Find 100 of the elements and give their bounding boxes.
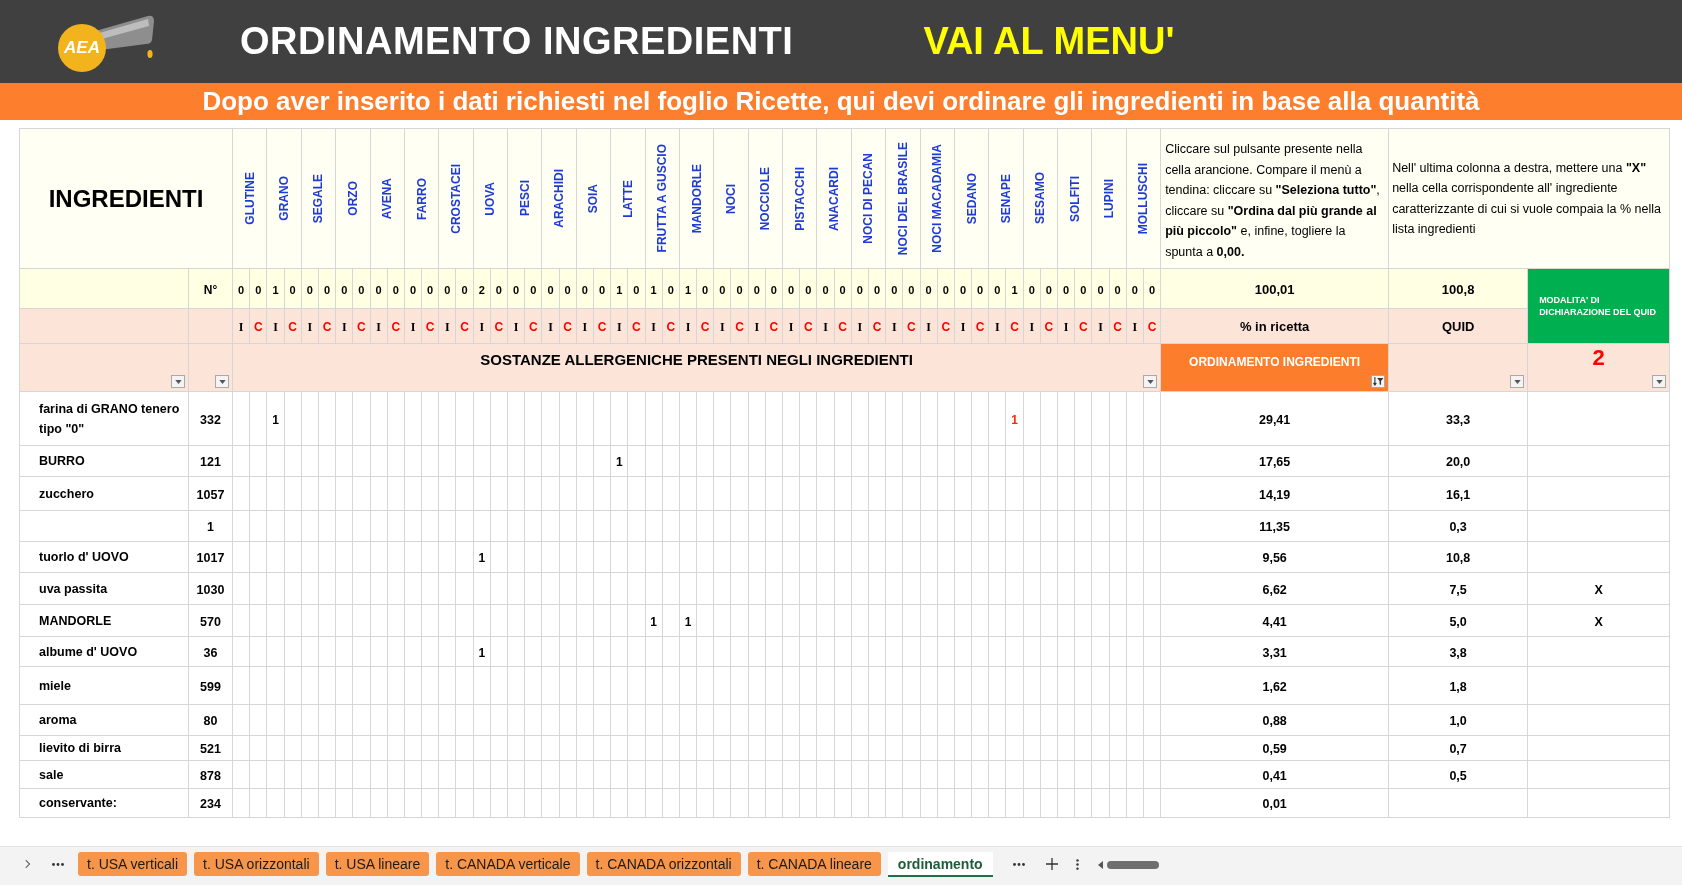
allergen-count: 0 — [753, 283, 760, 296]
allergen-count: 0 — [358, 283, 365, 296]
more-icon — [52, 862, 64, 866]
allergen-count: 0 — [1080, 283, 1087, 296]
quid-value: 0,5 — [1449, 768, 1467, 783]
allergen-type-label: I — [616, 320, 622, 334]
allergen-count: 0 — [427, 283, 434, 296]
allergen-type-label: C — [907, 320, 916, 334]
allergen-heading: LATTE — [619, 179, 636, 218]
ingredient-name: tuorlo d' UOVO — [39, 549, 130, 566]
allergen-count: 0 — [856, 283, 863, 296]
filter-dropdown-button[interactable] — [1652, 375, 1667, 388]
allergen-type-label: C — [253, 320, 263, 334]
allergen-count: 2 — [478, 283, 485, 296]
allergen-type-label: I — [823, 320, 828, 334]
recipe-percent: 1,62 — [1262, 679, 1287, 694]
allergen-type-label: C — [391, 320, 401, 334]
quid-value: 10,8 — [1445, 551, 1471, 565]
filter-dropdown-button[interactable] — [171, 375, 185, 388]
allergen-type-label: I — [445, 320, 450, 334]
allergen-type-label: I — [1063, 320, 1069, 334]
filter-dropdown-button[interactable] — [1510, 375, 1525, 388]
quid-mode-heading: MODALITA' DI DICHIARAZIONE DEL QUID — [1527, 268, 1670, 344]
allergen-count: 1 — [1011, 283, 1018, 296]
percent-total: 100,01 — [1254, 281, 1295, 297]
allergen-type-label: I — [513, 320, 519, 334]
filter-dropdown-button[interactable] — [1143, 375, 1158, 388]
allergen-count: 0 — [873, 283, 881, 296]
menu-link[interactable]: VAI AL MENU' — [923, 13, 1175, 70]
sheet-tab[interactable]: t. CANADA orizzontali — [586, 852, 741, 876]
sort-filter-button[interactable] — [1371, 375, 1386, 388]
filter-dropdown-button[interactable] — [215, 375, 229, 388]
allergen-type-label: I — [307, 320, 313, 334]
ingredient-code: 332 — [200, 412, 221, 427]
ingredient-code: 1057 — [196, 487, 225, 502]
allergen-heading: SOLFITI — [1066, 175, 1083, 222]
allergen-count: 0 — [942, 283, 949, 296]
allergen-count: 0 — [1114, 283, 1121, 296]
allergen-count: 0 — [839, 283, 846, 296]
allergen-count: 0 — [1045, 283, 1052, 296]
allergen-heading: SESAMO — [1032, 172, 1049, 225]
recipe-percent: 29,41 — [1259, 412, 1291, 427]
allergen-count: 0 — [925, 283, 932, 296]
allergen-type-label: C — [769, 320, 779, 334]
allergen-type-label: C — [975, 320, 985, 334]
quid-heading: QUID — [1441, 319, 1475, 334]
ingredient-name: lievito di birra — [39, 740, 122, 757]
allergen-type-label: I — [960, 320, 966, 334]
sheet-tab[interactable]: t. USA lineare — [325, 852, 430, 876]
allergen-type-label: C — [494, 320, 504, 334]
allergen-type-label: I — [479, 320, 485, 334]
allergen-count: 0 — [1097, 283, 1104, 296]
sheet-tab[interactable]: t. USA verticali — [78, 852, 188, 876]
allergen-heading: SEGALE — [310, 173, 327, 224]
allergen-count: 1 — [650, 283, 657, 296]
percent-heading: % in ricetta — [1239, 319, 1310, 334]
allergen-type-label: C — [528, 320, 538, 334]
allergen-mark: 1 — [272, 412, 279, 427]
allergen-count: 0 — [959, 283, 967, 296]
recipe-percent: 6,62 — [1262, 582, 1287, 597]
allergen-type-label: I — [995, 320, 1000, 334]
allergen-heading: GLUTINE — [241, 172, 258, 225]
allergen-count: 0 — [289, 283, 296, 296]
caret-down-icon — [1655, 379, 1663, 384]
quid-value: 0,7 — [1449, 742, 1467, 756]
sheet-tab[interactable]: t. USA orizzontali — [194, 852, 319, 876]
quid-value: 1,0 — [1449, 714, 1467, 728]
ingredient-code: 878 — [200, 768, 221, 783]
ingredient-code: 80 — [203, 714, 218, 728]
allergen-type-label: C — [735, 320, 744, 334]
quid-value: 16,1 — [1445, 487, 1471, 502]
sheet-tab[interactable]: t. CANADA verticale — [436, 852, 580, 876]
allergen-heading: AVENA — [379, 177, 396, 220]
allergen-count: 0 — [461, 283, 468, 296]
allergen-type-label: I — [1098, 320, 1103, 334]
allergen-count: 0 — [564, 283, 571, 296]
sheet-tab[interactable]: ordinamento — [887, 852, 993, 877]
allergen-count: 0 — [1148, 283, 1156, 296]
ingredients-heading: INGREDIENTI — [48, 184, 204, 212]
allergen-heading: FARRO — [413, 177, 430, 220]
allergen-type-label: I — [926, 320, 931, 334]
allergen-type-label: C — [460, 320, 469, 334]
caret-down-icon — [218, 379, 226, 384]
ingredient-name: miele — [39, 677, 72, 695]
allergen-count: 0 — [1131, 283, 1138, 296]
allergen-count: 0 — [719, 283, 726, 296]
sheet-tab[interactable]: t. CANADA lineare — [747, 852, 881, 876]
allergen-type-label: C — [632, 320, 641, 334]
allergen-type-label: I — [1132, 320, 1138, 334]
allergen-count: 0 — [977, 283, 984, 296]
allergen-mark: 1 — [615, 455, 623, 469]
recipe-percent: 3,31 — [1262, 645, 1287, 660]
allergen-count: 0 — [891, 283, 898, 296]
allergen-heading: NOCI DEL BRASILE — [894, 141, 911, 256]
quid-value: 3,8 — [1449, 645, 1467, 660]
allergen-count: 1 — [684, 283, 692, 296]
recipe-percent: 11,35 — [1259, 520, 1290, 534]
horizontal-scrollbar[interactable] — [1096, 860, 1161, 870]
allergen-heading: PESCI — [516, 180, 533, 217]
allergen-type-label: C — [941, 320, 951, 334]
